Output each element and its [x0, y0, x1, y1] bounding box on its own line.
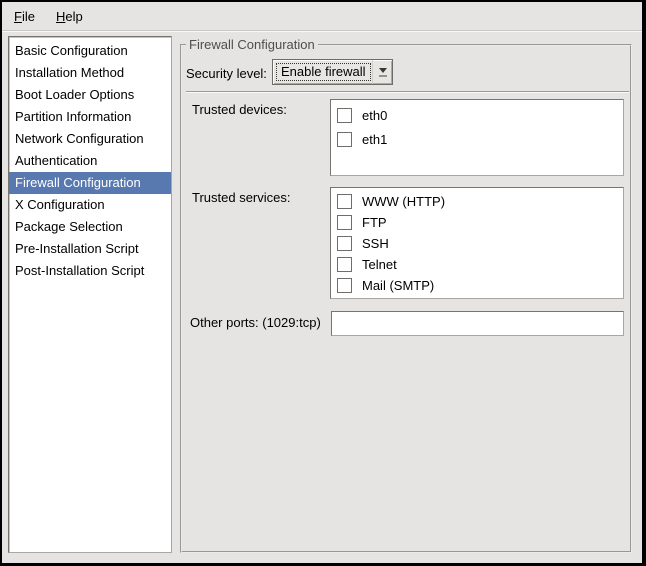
security-level-label: Security level: [186, 66, 267, 82]
service-label: FTP [362, 215, 387, 230]
menu-file[interactable]: File [12, 8, 37, 25]
trusted-devices-label: Trusted devices: [192, 102, 287, 118]
section-list: Basic Configuration Installation Method … [8, 36, 172, 553]
service-label: Mail (SMTP) [362, 278, 434, 293]
sidebar-item-x-configuration[interactable]: X Configuration [9, 194, 171, 216]
trusted-devices-list: eth0 eth1 [330, 99, 624, 176]
other-ports-input[interactable] [331, 311, 624, 336]
checkbox-unchecked-icon[interactable] [337, 215, 352, 230]
other-ports-label: Other ports: (1029:tcp) [190, 315, 321, 331]
sidebar-item-post-installation-script[interactable]: Post-Installation Script [9, 260, 171, 282]
sidebar-item-package-selection[interactable]: Package Selection [9, 216, 171, 238]
device-label: eth1 [362, 132, 387, 147]
menu-help[interactable]: Help [54, 8, 85, 25]
service-label: Telnet [362, 257, 397, 272]
sidebar-item-network-configuration[interactable]: Network Configuration [9, 128, 171, 150]
device-label: eth0 [362, 108, 387, 123]
sidebar-item-installation-method[interactable]: Installation Method [9, 62, 171, 84]
dropdown-arrow-icon [372, 60, 392, 84]
security-level-select[interactable]: Enable firewall [272, 59, 393, 85]
menubar: File Help [2, 2, 642, 31]
service-label: SSH [362, 236, 389, 251]
frame-title: Firewall Configuration [186, 37, 318, 53]
checkbox-unchecked-icon[interactable] [337, 194, 352, 209]
checkbox-unchecked-icon[interactable] [337, 257, 352, 272]
checkbox-unchecked-icon[interactable] [337, 108, 352, 123]
checkbox-unchecked-icon[interactable] [337, 132, 352, 147]
sidebar-item-firewall-configuration[interactable]: Firewall Configuration [9, 172, 171, 194]
sidebar-item-pre-installation-script[interactable]: Pre-Installation Script [9, 238, 171, 260]
sidebar-item-boot-loader-options[interactable]: Boot Loader Options [9, 84, 171, 106]
checkbox-unchecked-icon[interactable] [337, 278, 352, 293]
service-row[interactable]: FTP [331, 212, 623, 233]
separator [186, 91, 629, 93]
security-level-value: Enable firewall [276, 63, 371, 81]
service-row[interactable]: SSH [331, 233, 623, 254]
sidebar-item-basic-configuration[interactable]: Basic Configuration [9, 40, 171, 62]
device-row[interactable]: eth1 [331, 127, 623, 151]
trusted-services-label: Trusted services: [192, 190, 291, 206]
application-window: File Help Basic Configuration Installati… [0, 0, 646, 566]
trusted-services-list: WWW (HTTP) FTP SSH Telnet Mail (SMTP) [330, 187, 624, 299]
sidebar-item-authentication[interactable]: Authentication [9, 150, 171, 172]
service-row[interactable]: Mail (SMTP) [331, 275, 623, 296]
service-row[interactable]: Telnet [331, 254, 623, 275]
device-row[interactable]: eth0 [331, 103, 623, 127]
service-label: WWW (HTTP) [362, 194, 445, 209]
service-row[interactable]: WWW (HTTP) [331, 191, 623, 212]
sidebar-item-partition-information[interactable]: Partition Information [9, 106, 171, 128]
checkbox-unchecked-icon[interactable] [337, 236, 352, 251]
